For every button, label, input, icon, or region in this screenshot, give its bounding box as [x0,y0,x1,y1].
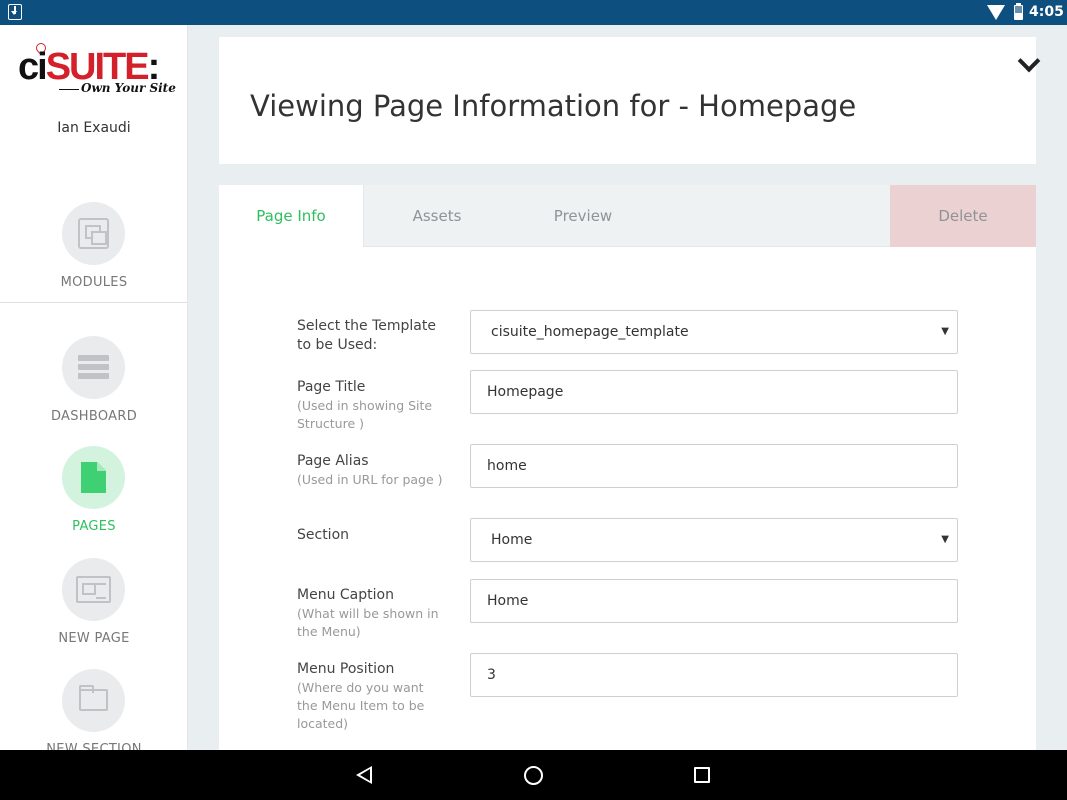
folder-icon [79,685,108,711]
template-select-value: cisuite_homepage_template [491,324,689,340]
page-title-hint: (Used in showing Site Structure ) [297,398,433,431]
sidebar-item-label: MODULES [60,275,128,290]
user-name: Ian Exaudi [57,120,131,136]
tab-page-info[interactable]: Page Info [219,185,364,248]
battery-icon [1014,3,1023,20]
section-select[interactable]: Home ▼ [470,518,958,562]
sidebar-item-icon-circle [62,202,125,265]
page-title: Viewing Page Information for - Homepage [250,89,857,123]
sidebar-divider [0,302,187,303]
sidebar-item-label: PAGES [72,519,116,534]
menu-caption-label: Menu Caption (What will be shown in the M… [297,586,447,641]
tab-delete[interactable]: Delete [890,185,1036,247]
page-alias-label: Page Alias (Used in URL for page ) [297,452,447,489]
dashboard-icon [78,355,109,381]
home-icon[interactable] [524,766,543,785]
sidebar-item-dashboard[interactable]: DASHBOARD [0,336,187,436]
page-alias-hint: (Used in URL for page ) [297,472,443,487]
sidebar-item-modules[interactable]: MODULES [0,202,187,302]
caret-down-icon: ▼ [941,534,949,545]
sidebar-item-icon-circle [62,336,125,399]
sidebar-item-pages[interactable]: PAGES [0,446,187,546]
section-label: Section [297,527,350,543]
page-header: Viewing Page Information for - Homepage [219,37,1041,164]
sidebar-item-icon-circle [62,558,125,621]
sidebar-item-icon-circle [62,669,125,732]
sidebar-item-new-page[interactable]: NEW PAGE [0,558,187,658]
sidebar-item-new-section[interactable]: NEW SECTION [0,669,187,750]
newspaper-icon [76,576,111,603]
page-icon [81,462,106,493]
template-select[interactable]: cisuite_homepage_template ▼ [470,310,958,354]
system-nav-bar [0,750,1067,800]
caret-down-icon: ▼ [941,326,949,337]
page-alias-input[interactable]: home [470,444,958,488]
menu-caption-hint: (What will be shown in the Menu) [297,606,439,639]
back-icon[interactable] [356,766,372,784]
sidebar-item-icon-circle [62,446,125,509]
tab-assets[interactable]: Assets [364,185,510,247]
tab-preview[interactable]: Preview [510,185,656,247]
template-label: Select the Template to be Used: [297,318,436,353]
wifi-icon [987,5,1005,20]
menu-caption-input[interactable]: Home [470,579,958,623]
page-title-label: Page Title (Used in showing Site Structur… [297,378,447,433]
cisuite-logo[interactable]: ciSUITE: Own Your Site [18,40,176,97]
menu-position-hint: (Where do you want the Menu Item to be l… [297,680,425,731]
chevron-down-icon[interactable] [1017,49,1041,73]
section-select-value: Home [491,532,533,548]
clock: 4:05 [1029,4,1064,20]
tab-bar: Page Info Assets Preview Delete [219,185,1036,248]
recents-icon[interactable] [694,767,710,783]
menu-position-input[interactable]: 3 [470,653,958,697]
page-title-input[interactable]: Homepage [470,370,958,414]
status-bar: 4:05 [0,0,1067,25]
modules-icon [78,218,109,249]
menu-position-label: Menu Position (Where do you want the Menu… [297,660,447,733]
sidebar-item-label: NEW PAGE [58,631,130,646]
logo-tagline: Own Your Site [59,81,176,95]
download-icon [8,4,22,20]
page-info-form: Select the Template to be Used: cisuite_… [219,247,1036,750]
sidebar-item-label: DASHBOARD [50,409,138,424]
sidebar: ciSUITE: Own Your Site Ian Exaudi MODULE… [0,25,188,750]
sidebar-item-label: NEW SECTION [46,742,142,750]
